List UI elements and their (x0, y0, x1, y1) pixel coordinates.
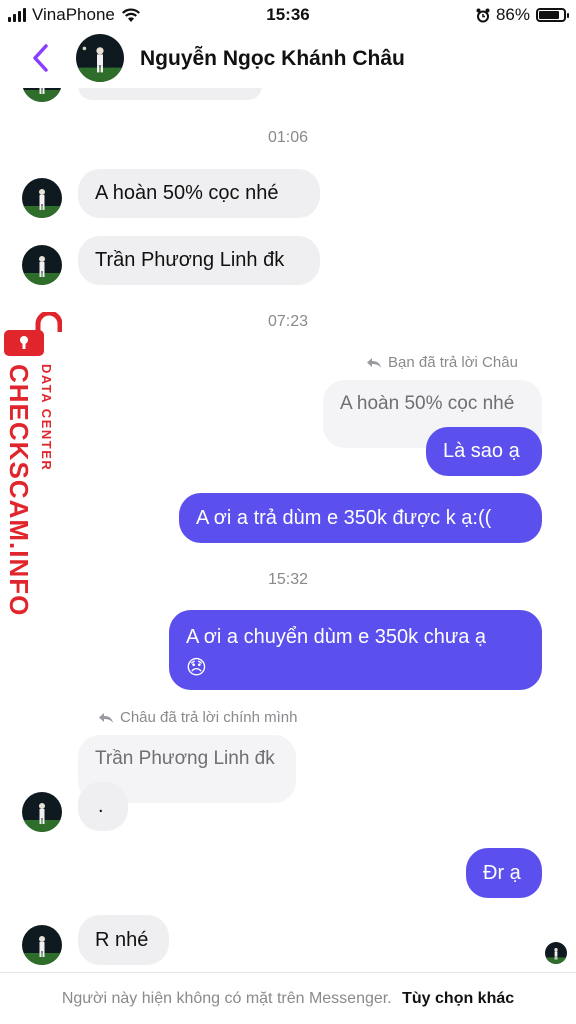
conversation-header: Nguyễn Ngọc Khánh Châu (0, 30, 576, 88)
message-text: Đr ạ (483, 862, 521, 884)
reply-note: Bạn đã trả lời Châu (366, 354, 518, 371)
more-options-link[interactable]: Tùy chọn khác (402, 990, 514, 1007)
message-incoming[interactable]: . (78, 782, 128, 831)
reply-note-text: Bạn đã trả lời Châu (388, 354, 518, 371)
unavailable-text: Người này hiện không có mặt trên Messeng… (61, 990, 392, 1007)
sender-avatar[interactable] (22, 792, 62, 832)
avatar-photo (545, 942, 567, 964)
avatar-photo (76, 34, 124, 82)
reply-note: Châu đã trả lời chính mình (98, 709, 297, 726)
message-text: A hoàn 50% cọc nhé (95, 182, 279, 204)
message-text: . (98, 795, 104, 817)
message-text: A ơi a chuyển dùm e 350k chưa ạ (186, 626, 487, 648)
message-outgoing[interactable]: A ơi a trả dùm e 350k được k ạ:(( (179, 493, 542, 543)
message-incoming[interactable]: Trần Phương Linh đk (78, 236, 320, 285)
quoted-text: Trần Phương Linh đk (95, 748, 275, 769)
message-text: A ơi a trả dùm e 350k được k ạ:(( (196, 507, 492, 529)
message-outgoing[interactable]: Đr ạ (466, 848, 542, 898)
composer-unavailable-footer: Người này hiện không có mặt trên Messeng… (0, 990, 576, 1008)
battery-fill (539, 11, 560, 19)
sender-avatar[interactable] (22, 178, 62, 218)
status-right: 86% (476, 5, 569, 25)
avatar-photo (22, 245, 62, 285)
seen-indicator-avatar (545, 942, 567, 964)
sender-avatar[interactable] (22, 925, 62, 965)
reply-arrow-icon (367, 357, 381, 368)
reply-note-text: Châu đã trả lời chính mình (120, 709, 298, 726)
footer-divider (0, 972, 576, 973)
reply-arrow-icon (99, 712, 113, 723)
checkscam-watermark: CHECKSCAM.INFO DATA CENTER (4, 312, 64, 616)
sender-avatar[interactable] (22, 245, 62, 285)
contact-avatar[interactable] (76, 34, 124, 82)
battery-icon (536, 8, 569, 22)
message-incoming[interactable]: R nhé (78, 915, 169, 965)
avatar-photo (22, 178, 62, 218)
watermark-sub-text: DATA CENTER (39, 364, 54, 472)
message-incoming[interactable]: A hoàn 50% cọc nhé (78, 169, 320, 218)
timestamp: 15:32 (267, 571, 309, 588)
timestamp: 01:06 (267, 129, 309, 146)
avatar-photo (22, 792, 62, 832)
chevron-left-icon[interactable] (26, 40, 56, 76)
alarm-icon (476, 8, 490, 22)
message-text: R nhé (95, 929, 149, 951)
status-bar: VinaPhone 15:36 86% (0, 0, 576, 30)
message-outgoing[interactable]: Là sao ạ (426, 427, 542, 476)
timestamp: 07:23 (267, 313, 309, 330)
quoted-text: A hoàn 50% cọc nhé (340, 393, 515, 414)
message-text: Là sao ạ (443, 440, 520, 462)
avatar-photo (22, 925, 62, 965)
contact-name[interactable]: Nguyễn Ngọc Khánh Châu (140, 47, 405, 71)
message-text: Trần Phương Linh đk (95, 249, 285, 271)
watermark-main-text: CHECKSCAM.INFO (4, 364, 34, 617)
battery-percent: 86% (495, 5, 530, 24)
sad-face-emoji: 😞 (186, 655, 207, 679)
message-outgoing[interactable]: A ơi a chuyển dùm e 350k chưa ạ 😞 (169, 610, 542, 690)
lock-icon (4, 312, 62, 356)
